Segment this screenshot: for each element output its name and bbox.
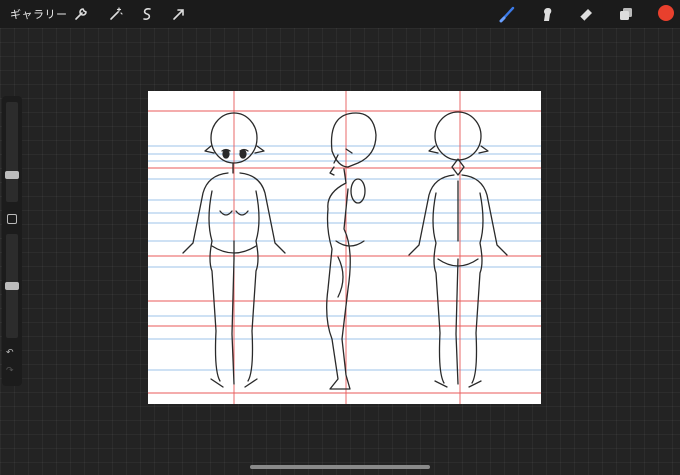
brush-size-handle[interactable] (5, 171, 19, 179)
brush-icon[interactable] (498, 5, 516, 23)
brush-size-slider[interactable] (6, 102, 18, 202)
eraser-icon[interactable] (577, 5, 595, 23)
gallery-button[interactable]: ギャラリー (10, 6, 68, 22)
drawing-canvas[interactable] (148, 91, 541, 404)
home-indicator[interactable] (250, 465, 430, 469)
left-sidebar: ↶ ↷ (2, 96, 22, 386)
smudge-icon[interactable] (538, 5, 556, 23)
undo-arrow-icon[interactable]: ↶ (6, 348, 14, 358)
redo-arrow-icon[interactable]: ↷ (6, 366, 14, 376)
character-sheet (148, 91, 541, 404)
color-picker-swatch[interactable] (658, 5, 674, 21)
selection-icon[interactable] (138, 5, 156, 23)
transform-arrow-icon[interactable] (170, 5, 188, 23)
layers-icon[interactable] (617, 5, 635, 23)
modify-button[interactable] (7, 214, 17, 224)
wrench-icon[interactable] (72, 5, 90, 23)
magic-wand-icon[interactable] (107, 5, 125, 23)
top-toolbar: ギャラリー (0, 0, 680, 28)
opacity-handle[interactable] (5, 282, 19, 290)
figure-back-view (408, 111, 508, 388)
